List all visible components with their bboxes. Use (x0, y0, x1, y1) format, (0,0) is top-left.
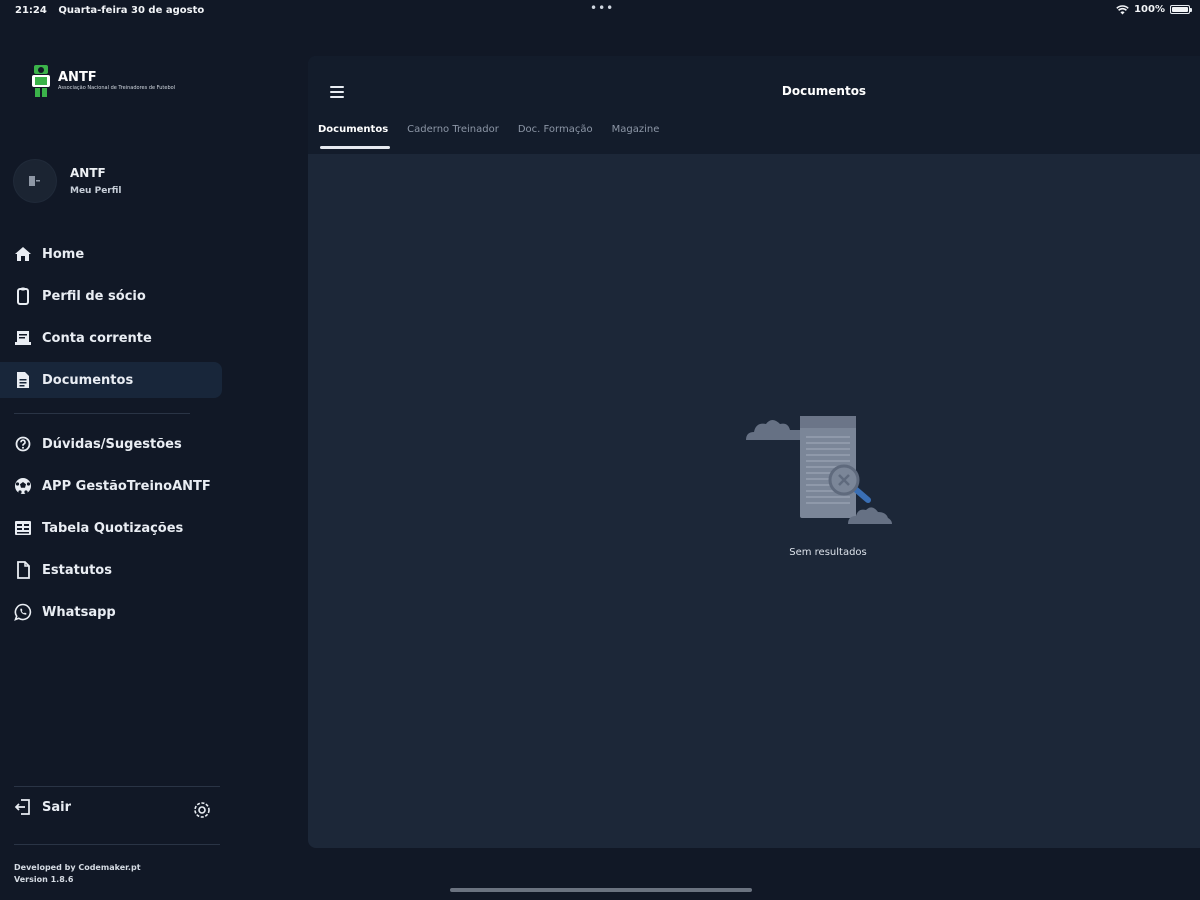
developer-credit: Developed by Codemaker.pt (14, 863, 141, 872)
tab-caderno-treinador[interactable]: Caderno Treinador (407, 124, 499, 149)
table-icon (14, 519, 32, 537)
top-bar: Documentos Documentos Caderno Treinador … (308, 56, 1200, 154)
date: Quarta-feira 30 de agosto (58, 5, 205, 16)
profile-name: ANTF (70, 166, 106, 180)
sidebar-item-training-app[interactable]: APP GestãoTreinoANTF (0, 468, 222, 504)
my-profile-link[interactable]: Meu Perfil (70, 186, 122, 196)
sidebar-item-label: Dúvidas/Sugestões (42, 436, 182, 452)
sidebar-item-label: Documentos (42, 372, 134, 388)
sidebar-item-whatsapp[interactable]: Whatsapp (0, 594, 222, 630)
secondary-menu: Dúvidas/Sugestões APP GestãoTreinoANTF T… (0, 426, 222, 636)
avatar[interactable] (14, 160, 56, 202)
logo-title: ANTF (58, 70, 97, 85)
footer-divider-bottom (14, 844, 220, 845)
sidebar-item-label: Perfil de sócio (42, 288, 146, 304)
sidebar-item-label: APP GestãoTreinoANTF (42, 478, 211, 494)
empty-state-text: Sem resultados (789, 547, 867, 558)
battery-percent: 100% (1134, 4, 1165, 15)
sidebar-item-statutes[interactable]: Estatutos (0, 552, 222, 588)
file-icon (14, 561, 32, 579)
sidebar-item-label: Home (42, 246, 85, 262)
gear-icon (194, 802, 210, 818)
logo-emblem-icon (30, 64, 52, 98)
tab-doc-formacao[interactable]: Doc. Formação (518, 124, 593, 149)
sidebar-item-fees-table[interactable]: Tabela Quotizações (0, 510, 222, 546)
tab-documentos[interactable]: Documentos (318, 124, 391, 149)
soccer-ball-icon (14, 477, 32, 495)
no-results-document-icon (746, 416, 892, 524)
wifi-icon (1116, 4, 1129, 14)
page-title: Documentos (781, 84, 867, 98)
menu-divider (14, 413, 190, 414)
home-indicator[interactable] (450, 888, 752, 892)
sidebar-item-documents[interactable]: Documentos (0, 362, 222, 398)
sidebar-item-label: Conta corrente (42, 330, 152, 346)
member-card-icon (14, 287, 32, 305)
footer-divider (14, 786, 220, 787)
sidebar: ANTF Associação Nacional de Treinadores … (0, 22, 240, 900)
antf-logo: ANTF Associação Nacional de Treinadores … (30, 64, 183, 98)
app-version: Version 1.8.6 (14, 875, 74, 884)
help-icon (14, 435, 32, 453)
empty-state-illustration (744, 412, 894, 536)
home-icon (14, 245, 32, 263)
sidebar-item-label: Estatutos (42, 562, 112, 578)
main-menu: Home Perfil de sócio Conta corrente Docu… (0, 236, 222, 404)
profile-card[interactable]: ANTF Meu Perfil (14, 160, 122, 202)
sidebar-item-current-account[interactable]: Conta corrente (0, 320, 222, 356)
main-panel: Documentos Documentos Caderno Treinador … (308, 56, 1200, 848)
battery-icon (1170, 5, 1192, 14)
logout-icon (14, 799, 30, 815)
tab-bar: Documentos Caderno Treinador Doc. Formaç… (318, 124, 678, 149)
sidebar-item-label: Whatsapp (42, 604, 116, 620)
whatsapp-icon (14, 603, 32, 621)
clock: 21:24 (15, 5, 47, 16)
document-icon (14, 371, 32, 389)
sidebar-item-home[interactable]: Home (0, 236, 222, 272)
logo-subtitle: Associação Nacional de Treinadores de Fu… (58, 85, 176, 91)
logout-label: Sair (42, 799, 72, 815)
settings-button[interactable] (192, 800, 212, 824)
receipt-icon (14, 329, 32, 347)
developer-info: Developed by Codemaker.pt Version 1.8.6 (14, 862, 141, 886)
logout-button[interactable]: Sair (14, 798, 71, 816)
tab-magazine[interactable]: Magazine (612, 124, 660, 149)
multitask-dots[interactable]: ••• (590, 1, 614, 15)
sidebar-item-member-profile[interactable]: Perfil de sócio (0, 278, 222, 314)
sidebar-item-label: Tabela Quotizações (42, 520, 184, 536)
status-bar: 21:24 Quarta-feira 30 de agosto ••• 100% (0, 0, 1200, 22)
avatar-placeholder-icon (29, 176, 40, 186)
sidebar-item-questions[interactable]: Dúvidas/Sugestões (0, 426, 222, 462)
